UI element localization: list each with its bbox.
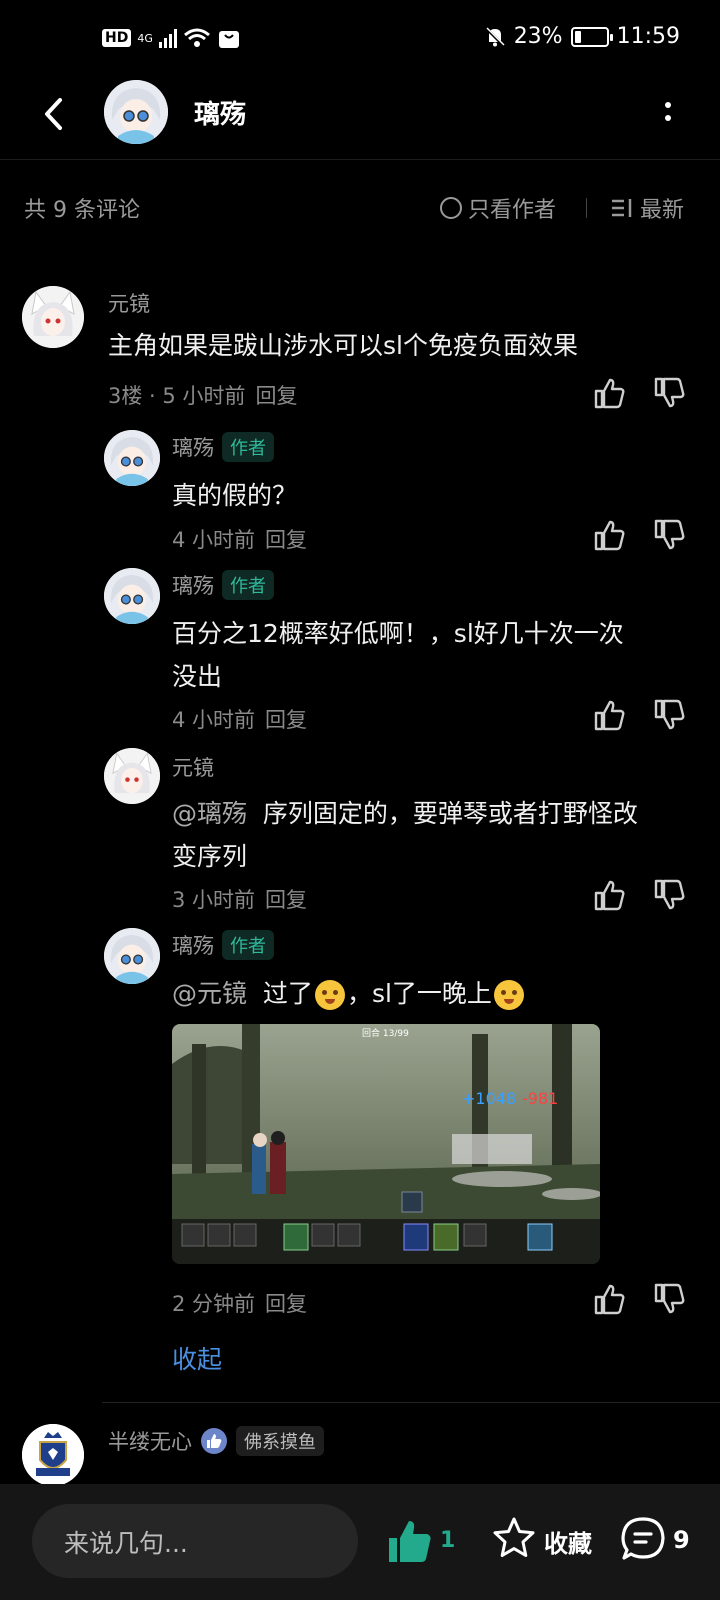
battery-fill xyxy=(574,30,582,43)
reply-text-line2: 变序列 xyxy=(172,842,248,871)
thumb-up-icon[interactable] xyxy=(386,1518,434,1564)
only-author-label: 只看作者 xyxy=(468,198,557,223)
star-icon[interactable] xyxy=(492,1516,536,1560)
reply-author-name[interactable]: 璃殇 作者 xyxy=(172,930,274,960)
top-bar: 璃殇 xyxy=(0,80,720,160)
reply-meta: 2 分钟前 回复 xyxy=(172,1288,307,1318)
reply-author-name[interactable]: 璃殇 作者 xyxy=(172,432,274,462)
reply-avatar[interactable] xyxy=(104,430,160,486)
battery-percent: 23% xyxy=(513,24,563,49)
reply-button[interactable]: 回复 xyxy=(265,708,307,732)
reply-button[interactable]: 回复 xyxy=(265,528,307,552)
reply-button[interactable]: 回复 xyxy=(265,888,307,912)
comment-meta: 3楼 · 5 小时前 回复 xyxy=(108,384,298,408)
thumb-up-icon[interactable] xyxy=(592,878,626,912)
attached-game-screenshot[interactable]: +1048 -981 回合 13/99 xyxy=(172,1024,600,1264)
reply-time: 3 小时前 xyxy=(172,888,256,912)
like-count: 1 xyxy=(440,1528,456,1553)
thumb-up-icon[interactable] xyxy=(592,698,626,732)
more-vertical-icon[interactable] xyxy=(656,98,680,128)
svg-text:-981: -981 xyxy=(522,1089,558,1108)
thumb-down-icon[interactable] xyxy=(652,376,686,410)
thumb-badge-icon xyxy=(201,1428,227,1454)
floor-label: 3楼 xyxy=(108,384,143,408)
thumb-down-icon[interactable] xyxy=(652,878,686,912)
reply-button[interactable]: 回复 xyxy=(255,384,297,408)
thumb-down-icon[interactable] xyxy=(652,698,686,732)
mention-link[interactable]: @璃殇 xyxy=(172,799,247,828)
thumb-down-icon[interactable] xyxy=(652,518,686,552)
author-tag: 作者 xyxy=(222,930,274,960)
comment-bubble-icon[interactable] xyxy=(620,1516,666,1562)
reply-meta: 3 小时前 回复 xyxy=(172,884,307,914)
bag-icon xyxy=(218,31,239,48)
mention-link[interactable]: @元镜 xyxy=(172,979,247,1008)
reply-avatar[interactable] xyxy=(104,748,160,804)
thumb-down-icon[interactable] xyxy=(652,1282,686,1316)
clock: 11:59 xyxy=(616,24,680,49)
sort-label: 最新 xyxy=(640,198,685,223)
reply-button[interactable]: 回复 xyxy=(265,1292,307,1316)
sort-button[interactable]: 最新 xyxy=(610,192,684,224)
comment-count: 9 xyxy=(673,1526,690,1554)
smiling-emoji-icon xyxy=(493,980,524,1010)
status-left: HD 4G xyxy=(102,26,241,50)
reply-time: 4 小时前 xyxy=(172,708,256,732)
status-right: 23% 11:59 xyxy=(484,24,680,49)
status-bar: HD 4G 23% 11:59 xyxy=(0,0,720,80)
reply-author-name[interactable]: 璃殇 作者 xyxy=(172,570,274,600)
thumb-up-icon[interactable] xyxy=(592,376,626,410)
comment-input[interactable]: 来说几句... xyxy=(32,1504,358,1578)
thumb-up-icon[interactable] xyxy=(592,1282,626,1316)
reply-meta: 4 小时前 回复 xyxy=(172,524,307,554)
user-badge: 佛系摸鱼 xyxy=(236,1426,324,1456)
filter-divider xyxy=(586,198,587,218)
author-tag: 作者 xyxy=(222,570,274,600)
signal-icon xyxy=(158,28,177,48)
comment-total: 共 9 条评论 xyxy=(24,198,140,223)
reply-avatar[interactable] xyxy=(104,928,160,984)
only-author-toggle[interactable]: 只看作者 xyxy=(440,192,556,224)
svg-text:+1048: +1048 xyxy=(462,1089,516,1108)
reply-text: @元镜 过了 ，sl了一晚上 xyxy=(172,972,526,1015)
surprised-emoji-icon xyxy=(314,980,345,1010)
game-round-label: 回合 13/99 xyxy=(362,1027,409,1039)
back-arrow-icon[interactable] xyxy=(36,94,76,134)
comment-filter-row: 共 9 条评论 只看作者 最新 xyxy=(0,190,720,230)
reply-text: 真的假的？ xyxy=(172,481,298,510)
hd-badge: HD xyxy=(102,29,132,47)
comment-time: 5 小时前 xyxy=(162,384,246,408)
commenter-avatar[interactable] xyxy=(22,286,84,348)
reply-text-line1: @璃殇 序列固定的，要弹琴或者打野怪改 xyxy=(172,799,638,828)
page-title: 璃殇 xyxy=(194,100,247,130)
comment-text: 主角如果是跋山涉水可以sl个免疫负面效果 xyxy=(108,331,578,360)
comment-separator xyxy=(102,1402,720,1403)
mute-bell-icon xyxy=(484,26,505,47)
reply-time: 2 分钟前 xyxy=(172,1292,256,1316)
author-tag: 作者 xyxy=(222,432,274,462)
network-label: 4G xyxy=(137,31,153,45)
battery-icon xyxy=(570,26,613,47)
author-avatar[interactable] xyxy=(104,80,168,144)
reply-meta: 4 小时前 回复 xyxy=(172,704,307,734)
reply-text-line2: 没出 xyxy=(172,662,223,691)
reply-avatar[interactable] xyxy=(104,568,160,624)
bottom-action-bar: 来说几句... 1 收藏 9 xyxy=(0,1484,720,1600)
favorite-label[interactable]: 收藏 xyxy=(544,1524,592,1559)
commenter-name[interactable]: 元镜 xyxy=(108,288,150,318)
commenter-avatar[interactable] xyxy=(22,1424,84,1486)
sort-lines-icon xyxy=(612,199,632,217)
reply-time: 4 小时前 xyxy=(172,528,256,552)
commenter-name[interactable]: 半缕无心 佛系摸鱼 xyxy=(108,1426,324,1456)
reply-author-name[interactable]: 元镜 xyxy=(172,752,214,782)
thumb-up-icon[interactable] xyxy=(592,518,626,552)
collapse-replies-link[interactable]: 收起 xyxy=(172,1340,222,1376)
circle-radio-icon xyxy=(440,197,462,219)
reply-text-line1: 百分之12概率好低啊！，sl好几十次一次 xyxy=(172,619,624,648)
wifi-icon xyxy=(183,28,210,47)
